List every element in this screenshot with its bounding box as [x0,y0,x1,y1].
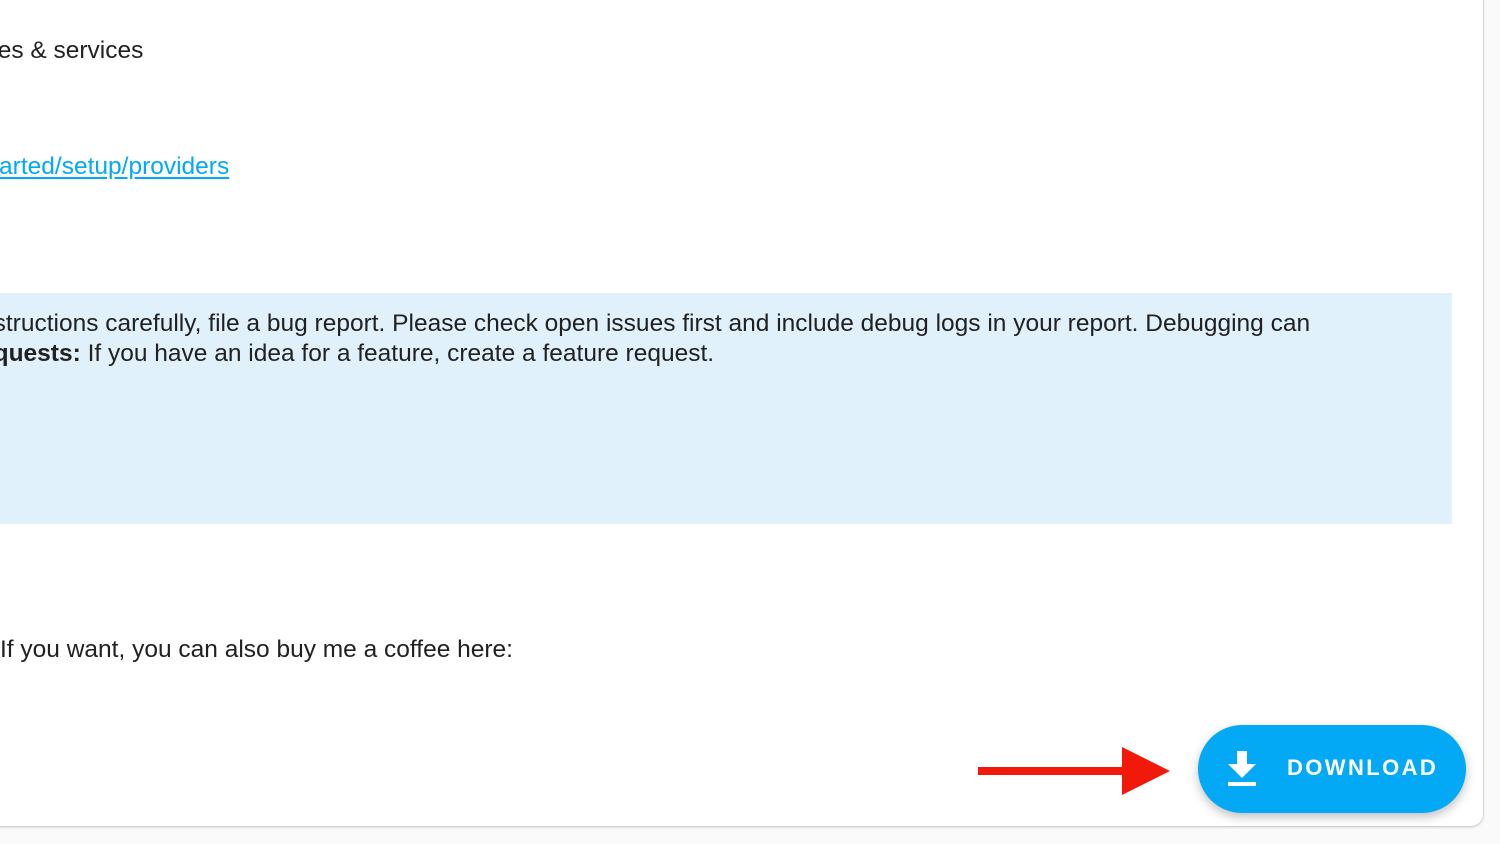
info-box: nstructions carefully, file a bug report… [0,293,1452,524]
feature-requests-text: If you have an idea for a feature, creat… [80,340,715,367]
feature-requests-label: equests: [0,340,81,367]
download-icon [1228,751,1256,786]
right-arrow-icon [978,747,1170,795]
providers-link[interactable]: started/setup/providers [0,153,229,181]
section-heading-text: ices & services [0,37,144,64]
coffee-text: If you want, you can also buy me a coffe… [0,636,513,663]
content-card: ices & services started/setup/providers … [0,0,1483,826]
download-button[interactable]: DOWNLOAD [1198,725,1466,813]
info-line-feature-request: equests: If you have an idea for a featu… [0,340,714,368]
download-button-label: DOWNLOAD [1287,755,1439,780]
info-line-bug-report: nstructions carefully, file a bug report… [0,310,1311,337]
